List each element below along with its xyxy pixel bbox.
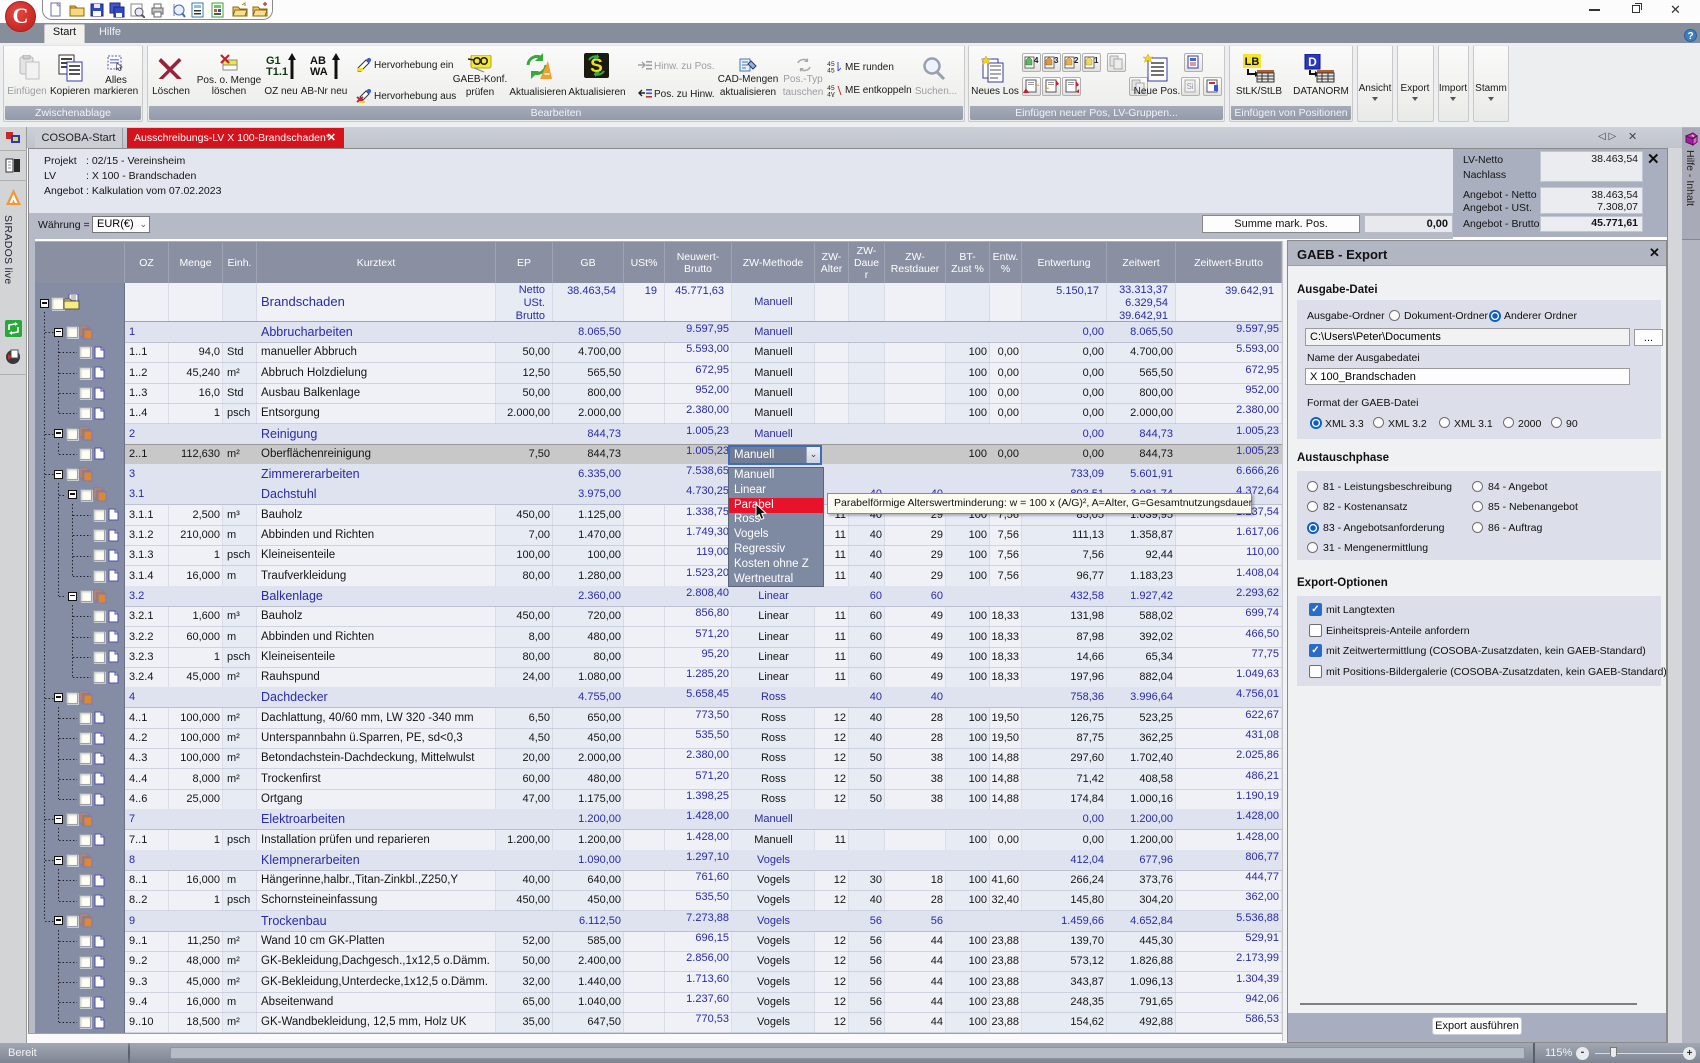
svg-text:D: D <box>1308 55 1317 69</box>
svg-text:4Ɣ: 4Ɣ <box>827 92 835 98</box>
svg-text:4: 4 <box>1034 56 1039 65</box>
svg-text:1: 1 <box>1094 56 1099 65</box>
svg-text:2: 2 <box>1074 56 1079 65</box>
svg-text:45: 45 <box>827 68 835 74</box>
svg-text:3: 3 <box>1054 56 1059 65</box>
svg-text:LB: LB <box>1245 56 1260 68</box>
